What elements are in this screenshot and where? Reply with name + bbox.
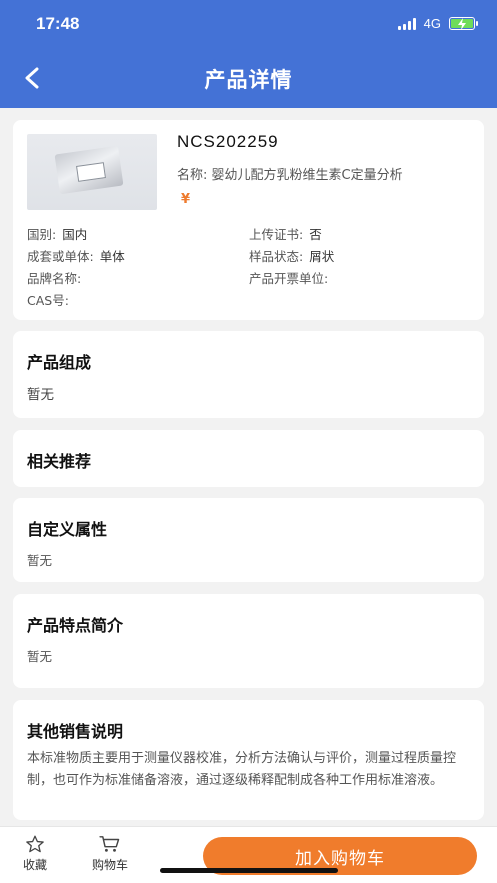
product-code: NCS202259	[177, 132, 279, 151]
custom-attrs-card: 自定义属性 暂无	[13, 498, 484, 582]
cart-icon	[99, 836, 120, 852]
cart-button[interactable]: 购物车	[80, 835, 140, 873]
product-image[interactable]	[27, 134, 157, 210]
other-sales-body: 本标准物质主要用于测量仪器校准，分析方法确认与评价，测量过程质量控制，也可作为标…	[27, 751, 457, 788]
favorite-label: 收藏	[22, 858, 47, 872]
attr-upload-cert: 上传证书: 否	[249, 227, 322, 242]
custom-attrs-title: 自定义属性	[27, 520, 108, 539]
star-icon	[26, 835, 44, 853]
composition-title: 产品组成	[27, 353, 92, 372]
other-sales-title: 其他销售说明	[27, 722, 124, 741]
favorite-button[interactable]: 收藏	[5, 835, 65, 873]
other-sales-card: 其他销售说明 本标准物质主要用于测量仪器校准，分析方法确认与评价，测量过程质量控…	[13, 700, 484, 820]
features-title: 产品特点简介	[27, 616, 124, 635]
signal-icon	[397, 17, 416, 30]
composition-card: 产品组成 暂无	[13, 331, 484, 418]
status-time: 17:48	[36, 14, 80, 33]
page-title: 产品详情	[204, 68, 293, 92]
bottom-action-bar: 收藏 购物车 加入购物车	[0, 826, 497, 883]
price-symbol: ¥	[181, 192, 191, 207]
product-name-label: 名称:	[177, 168, 208, 183]
attr-country: 国别: 国内	[27, 227, 88, 242]
attr-set: 成套或单体: 单体	[27, 249, 125, 264]
product-name-value: 婴幼儿配方乳粉维生素C定量分析	[211, 168, 403, 183]
recommend-title: 相关推荐	[27, 452, 92, 471]
app-header: 17:48 4G 产品详情	[0, 0, 497, 108]
attr-brand: 品牌名称:	[27, 271, 82, 286]
composition-body: 暂无	[27, 387, 54, 403]
recommend-card[interactable]: 相关推荐	[13, 430, 484, 487]
features-card: 产品特点简介 暂无	[13, 594, 484, 688]
attr-sample-state: 样品状态: 屑状	[249, 249, 335, 264]
home-indicator	[160, 868, 338, 873]
network-type: 4G	[423, 16, 441, 31]
status-indicators: 4G	[397, 16, 478, 31]
features-body: 暂无	[27, 649, 53, 664]
product-info-card: NCS202259 名称: 婴幼儿配方乳粉维生素C定量分析 ¥ 国别: 国内 上传…	[13, 120, 484, 320]
product-name: 名称: 婴幼儿配方乳粉维生素C定量分析	[177, 164, 403, 183]
custom-attrs-body: 暂无	[27, 553, 53, 568]
battery-icon	[449, 17, 478, 30]
attr-cas: CAS号:	[27, 293, 69, 308]
attr-invoice-unit: 产品开票单位:	[249, 271, 329, 286]
cart-label: 购物车	[91, 858, 128, 872]
